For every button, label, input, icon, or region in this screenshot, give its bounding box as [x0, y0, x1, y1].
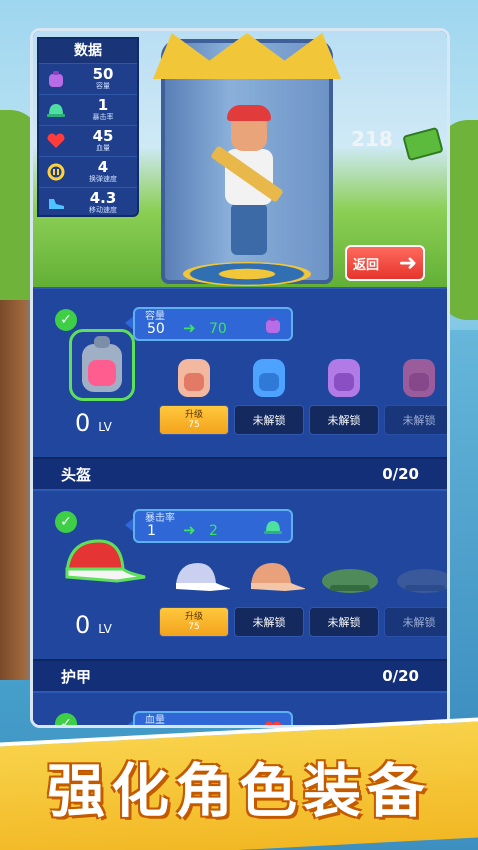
equipment-section-helmet: ✓ 0 LV 暴击率 1 ➜ 2 升级 75 未解锁 未解锁 未解锁 — [33, 489, 447, 661]
check-icon: ✓ — [55, 713, 77, 725]
category-title: 护甲 — [61, 667, 92, 686]
stat-upgrade-info: 容量 50 ➜ 70 — [133, 307, 293, 341]
locked-button[interactable]: 未解锁 — [234, 607, 304, 637]
slot-1: 升级 75 — [159, 351, 229, 435]
stats-panel: 数据 50 容量 1 暴击率 45 血量 4 换弹速度 4.3 移动速度 — [37, 37, 139, 217]
heart-icon — [43, 129, 69, 153]
equipment-slots: 升级 75 未解锁 未解锁 未解锁 — [159, 553, 447, 637]
slot-4: 未解锁 — [384, 553, 447, 637]
stat-upgrade-info: 暴击率 1 ➜ 2 — [133, 509, 293, 543]
bag-icon — [263, 315, 283, 335]
locked-button[interactable]: 未解锁 — [234, 405, 304, 435]
arrow-right-icon: ➜ — [183, 723, 196, 725]
back-button-label: 返回 — [353, 257, 380, 273]
reload-icon — [43, 160, 69, 184]
check-icon: ✓ — [55, 511, 77, 533]
game-frame: 数据 50容量 1暴击率 45血量 4换弹速度 4.3移动速度 218 — [30, 28, 450, 728]
category-progress: 0/20 — [382, 667, 419, 685]
slot-3: 未解锁 — [309, 553, 379, 637]
locked-button[interactable]: 未解锁 — [384, 405, 447, 435]
hat-icon — [263, 517, 283, 537]
stat-crit: 1 暴击率 — [39, 94, 137, 125]
upgrade-button[interactable]: 升级 75 — [159, 607, 229, 637]
beret-green-icon — [320, 553, 378, 601]
hat-icon — [43, 98, 69, 122]
category-bar-armor: 护甲 0/20 — [33, 661, 447, 691]
cap-main-item[interactable] — [57, 531, 147, 603]
shoe-icon — [43, 191, 69, 215]
character-avatar — [210, 103, 285, 263]
category-progress: 0/20 — [382, 465, 419, 483]
slot-1: 升级 75 — [159, 553, 232, 637]
arrow-right-icon: ➜ — [183, 319, 196, 337]
money-amount: 218 — [351, 127, 393, 151]
equipment-slots: 升级 75 未解锁 未解锁 未解锁 — [159, 351, 447, 435]
backpack-purple-icon — [320, 351, 368, 399]
bag-icon — [43, 67, 69, 91]
locked-button[interactable]: 未解锁 — [309, 405, 379, 435]
arrow-right-icon: ➜ — [183, 521, 196, 539]
slot-4: 未解锁 — [384, 351, 447, 435]
backpack-pink-icon — [395, 351, 443, 399]
stat-capacity: 50 容量 — [39, 63, 137, 94]
stat-health: 45 血量 — [39, 125, 137, 156]
promo-banner-text: 强化角色装备 — [46, 757, 431, 825]
character-capsule — [153, 33, 341, 286]
stat-upgrade-info: 血量 45 ➜ 60 — [133, 711, 293, 725]
character-preview: 数据 50容量 1暴击率 45血量 4换弹速度 4.3移动速度 218 — [33, 31, 447, 287]
backpack-main-item[interactable] — [69, 329, 135, 401]
level-display: 0 LV — [75, 611, 112, 639]
locked-button[interactable]: 未解锁 — [309, 607, 379, 637]
stat-reload: 4 换弹速度 — [39, 156, 137, 187]
cap-white-icon — [170, 553, 232, 601]
beret-blue-icon — [395, 553, 447, 601]
stats-title: 数据 — [39, 39, 137, 63]
equipment-section-backpack: ✓ 0 LV 容量 50 ➜ 70 升级 75 未解锁 未解锁 未解锁 — [33, 287, 447, 459]
cash-icon — [402, 126, 444, 162]
slot-3: 未解锁 — [309, 351, 379, 435]
arrow-right-icon: ➜ — [398, 250, 417, 276]
category-bar-helmet: 头盔 0/20 — [33, 459, 447, 489]
level-display: 0 LV — [75, 409, 112, 437]
cap-peach-icon — [245, 553, 307, 601]
upgrade-button[interactable]: 升级 75 — [159, 405, 229, 435]
backpack-blue-icon — [245, 351, 293, 399]
backpack-peach-icon — [170, 351, 218, 399]
heart-icon — [263, 719, 283, 725]
check-icon: ✓ — [55, 309, 77, 331]
category-title: 头盔 — [61, 465, 92, 484]
stat-speed: 4.3 移动速度 — [39, 187, 137, 218]
back-button[interactable]: 返回 ➜ — [345, 245, 425, 281]
slot-2: 未解锁 — [234, 553, 307, 637]
locked-button[interactable]: 未解锁 — [384, 607, 447, 637]
slot-2: 未解锁 — [234, 351, 304, 435]
equipment-panel: ✓ 0 LV 容量 50 ➜ 70 升级 75 未解锁 未解锁 未解锁 头盔 0… — [33, 287, 447, 725]
pedestal — [183, 262, 311, 286]
capsule-crown — [153, 33, 341, 79]
